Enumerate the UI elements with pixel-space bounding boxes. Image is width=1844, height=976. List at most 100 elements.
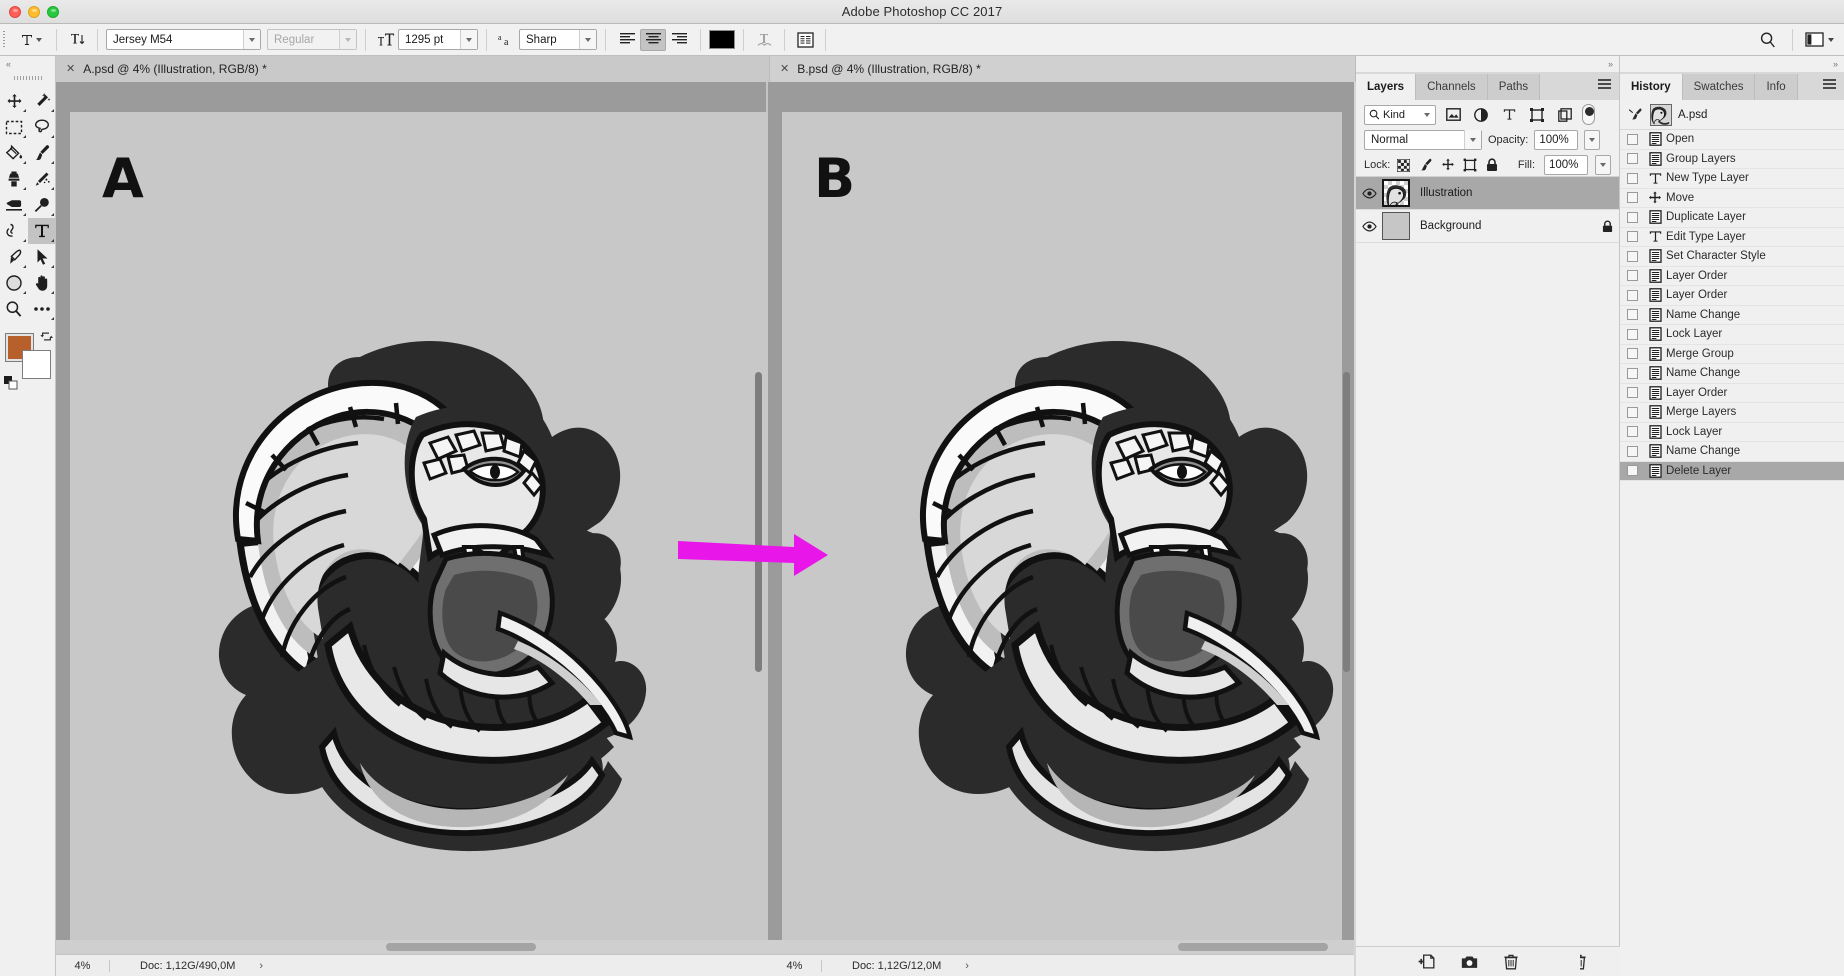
workspace-switcher-button[interactable] — [1805, 32, 1834, 47]
quick-selection-tool[interactable] — [28, 88, 56, 114]
background-color-swatch[interactable] — [22, 350, 51, 379]
zoom-level-b[interactable]: 4% — [768, 959, 822, 972]
font-size-dropdown-arrow[interactable] — [460, 30, 477, 49]
zoom-level-a[interactable]: 4% — [56, 959, 110, 972]
status-menu-arrow-b[interactable]: › — [965, 960, 969, 972]
canvas-b[interactable]: B — [782, 112, 1342, 940]
canvas-a-vertical-scrollbar[interactable] — [755, 372, 762, 672]
search-button[interactable] — [1756, 29, 1780, 51]
canvas-b-horizontal-scrollbar-thumb[interactable] — [1178, 943, 1328, 951]
warp-text-button[interactable] — [752, 29, 776, 51]
history-snapshot-thumbnail[interactable] — [1650, 103, 1672, 126]
history-state-row[interactable]: Edit Type Layer — [1620, 228, 1844, 247]
lock-image-pixels-icon[interactable] — [1417, 156, 1434, 174]
history-state-row[interactable]: Layer Order — [1620, 267, 1844, 286]
clone-stamp-tool[interactable] — [0, 166, 28, 192]
history-state-row[interactable]: Name Change — [1620, 442, 1844, 462]
history-state-row[interactable]: Set Character Style — [1620, 247, 1844, 267]
opacity-input[interactable]: 100% — [1534, 129, 1579, 150]
default-colors-icon[interactable] — [4, 376, 19, 396]
blend-mode-select[interactable]: Normal — [1364, 129, 1482, 150]
tab-layers[interactable]: Layers — [1356, 74, 1417, 100]
type-tool[interactable] — [28, 218, 56, 244]
font-size-input[interactable]: 1295 pt — [398, 29, 478, 50]
active-tool-preset-picker[interactable] — [14, 28, 48, 52]
tab-channels[interactable]: Channels — [1416, 74, 1488, 100]
history-state-row[interactable]: New Type Layer — [1620, 169, 1844, 189]
layer-visibility-toggle[interactable] — [1356, 188, 1382, 199]
doc-tab-a[interactable]: ✕ A.psd @ 4% (Illustration, RGB/8) * — [56, 56, 770, 82]
swap-colors-icon[interactable] — [40, 330, 53, 346]
layer-name[interactable]: Background — [1410, 220, 1595, 232]
history-brush-source-checkbox[interactable] — [1620, 192, 1644, 204]
history-brush-source-checkbox[interactable] — [1620, 250, 1644, 262]
edit-toolbar-button[interactable] — [28, 296, 56, 322]
filter-toggle-switch[interactable] — [1582, 104, 1595, 125]
anti-alias-select[interactable]: Sharp — [519, 29, 597, 50]
zoom-window-button[interactable] — [47, 6, 59, 18]
history-brush-source-checkbox[interactable] — [1620, 426, 1644, 438]
tab-info[interactable]: Info — [1755, 74, 1798, 100]
marquee-tool[interactable] — [0, 114, 28, 140]
adjustment-layer-filter-icon[interactable] — [1470, 105, 1492, 125]
history-brush-source-checkbox[interactable] — [1620, 289, 1644, 301]
type-layer-filter-icon[interactable] — [1498, 105, 1520, 125]
pen-tool[interactable] — [0, 244, 28, 270]
history-state-row[interactable]: Merge Group — [1620, 345, 1844, 364]
history-brush-source-checkbox[interactable] — [1620, 309, 1644, 321]
brush-tool[interactable] — [28, 140, 56, 166]
delete-state-icon[interactable] — [1504, 954, 1518, 970]
collapse-toolbar-button[interactable]: « — [0, 56, 55, 72]
doc-tab-b[interactable]: ✕ B.psd @ 4% (Illustration, RGB/8) * — [770, 56, 1356, 82]
history-state-row[interactable]: Delete Layer — [1620, 461, 1844, 481]
tab-swatches[interactable]: Swatches — [1682, 74, 1756, 100]
history-brush-source-checkbox[interactable] — [1620, 270, 1644, 282]
toggle-character-paragraph-panels-button[interactable] — [793, 29, 817, 51]
canvas-a-horizontal-scrollbar-track[interactable] — [56, 940, 768, 954]
history-brush-source-checkbox[interactable] — [1620, 367, 1644, 379]
text-color-swatch[interactable] — [709, 30, 735, 49]
history-state-row[interactable]: Open — [1620, 130, 1844, 150]
history-state-row[interactable]: Layer Order — [1620, 286, 1844, 306]
tab-history[interactable]: History — [1620, 74, 1683, 100]
font-family-select[interactable]: Jersey M54 — [106, 29, 261, 50]
tab-paths[interactable]: Paths — [1487, 74, 1541, 100]
smart-object-filter-icon[interactable] — [1554, 105, 1576, 125]
fill-scrubber-arrow[interactable] — [1595, 155, 1611, 175]
opacity-scrubber-arrow[interactable] — [1584, 129, 1601, 150]
font-style-select[interactable]: Regular — [267, 29, 357, 50]
history-state-row[interactable]: Move — [1620, 189, 1844, 208]
layer-thumbnail[interactable] — [1382, 179, 1410, 207]
history-brush-source-checkbox[interactable] — [1620, 133, 1644, 145]
canvas-b-horizontal-scrollbar-track[interactable] — [768, 940, 1354, 954]
history-brush-source-checkbox[interactable] — [1620, 231, 1644, 243]
history-state-row[interactable]: Lock Layer — [1620, 423, 1844, 442]
canvas-b-vertical-scrollbar[interactable] — [1343, 372, 1350, 672]
canvas-a[interactable]: A — [70, 112, 770, 940]
lock-all-icon[interactable] — [1483, 156, 1500, 174]
history-state-row[interactable]: Name Change — [1620, 306, 1844, 325]
fill-input[interactable]: 100% — [1544, 155, 1588, 175]
collapse-layers-dock-button[interactable]: » — [1356, 56, 1619, 72]
gradient-tool[interactable] — [0, 140, 28, 166]
align-right-button[interactable] — [666, 29, 692, 51]
lock-position-icon[interactable] — [1439, 156, 1456, 174]
history-brush-source-checkbox[interactable] — [1620, 348, 1644, 360]
collapse-history-dock-button[interactable]: » — [1620, 56, 1844, 72]
history-brush-source-checkbox[interactable] — [1620, 406, 1644, 418]
close-icon[interactable]: ✕ — [66, 63, 75, 75]
font-style-dropdown-arrow[interactable] — [339, 30, 356, 49]
path-selection-tool[interactable] — [28, 244, 56, 270]
history-brush-source-checkbox[interactable] — [1620, 465, 1644, 477]
panel-menu-icon[interactable] — [1823, 79, 1836, 90]
pixel-layer-filter-icon[interactable] — [1442, 105, 1464, 125]
history-brush-source-checkbox[interactable] — [1620, 328, 1644, 340]
history-brush-source-checkbox[interactable] — [1620, 172, 1644, 184]
history-state-row[interactable]: Name Change — [1620, 364, 1844, 384]
create-snapshot-icon[interactable] — [1461, 955, 1478, 969]
lasso-tool[interactable] — [28, 114, 56, 140]
anti-alias-dropdown-arrow[interactable] — [579, 30, 596, 49]
hand-tool[interactable] — [28, 270, 56, 296]
history-state-row[interactable]: Lock Layer — [1620, 325, 1844, 345]
close-window-button[interactable] — [9, 6, 21, 18]
